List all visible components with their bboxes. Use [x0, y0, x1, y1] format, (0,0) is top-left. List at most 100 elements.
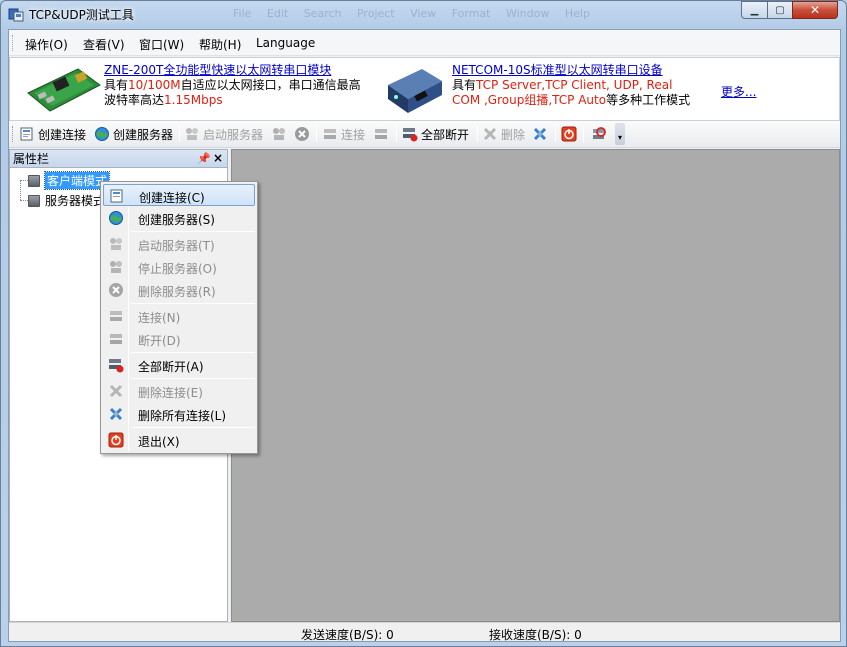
toolbar-grip[interactable]	[12, 126, 15, 142]
toolbar-overflow-button[interactable]: ▾	[615, 123, 625, 145]
delete-all-icon	[533, 127, 547, 141]
create-connection-label: 创建连接	[38, 127, 87, 142]
cm-create-server[interactable]: 创建服务器(S)	[103, 207, 255, 229]
exit-button[interactable]	[561, 125, 577, 143]
tree-node-label: 服务器模式	[45, 194, 106, 208]
ad2-line2-b: TCP Server,TCP Client, UDP, Real	[476, 78, 673, 92]
disconnect-all-button[interactable]: 全部断开	[402, 125, 469, 143]
minimize-icon: ▁	[750, 4, 759, 16]
delete-button[interactable]: 删除	[482, 125, 525, 143]
zne-module-image[interactable]	[24, 63, 104, 115]
delete-all-connections-button[interactable]	[532, 125, 548, 143]
cm-label: 创建连接(C)	[139, 191, 205, 205]
cm-label: 删除连接(E)	[138, 386, 203, 400]
start-server-icon	[186, 128, 198, 140]
toolbar-separator	[477, 126, 478, 142]
disconnect-button[interactable]	[373, 125, 389, 143]
disconnect-all-label: 全部断开	[421, 127, 470, 142]
ad1-line2-c: 自适应以太网接口，串口通信最高	[180, 78, 361, 92]
menu-view[interactable]: 查看(V)	[83, 36, 125, 53]
receive-speed-text: 接收速度(B/S): 0	[489, 628, 582, 642]
cm-label: 退出(X)	[138, 435, 180, 449]
status-bar: 发送速度(B/S): 0 接收速度(B/S): 0	[9, 622, 840, 642]
cm-disconnect[interactable]: 断开(D)	[103, 328, 255, 350]
cm-delete-connection[interactable]: 删除连接(E)	[103, 380, 255, 402]
title-bar[interactable]: TCP&UDP测试工具 File Edit Search Project Vie…	[1, 1, 846, 27]
ad1-text: ZNE-200T全功能型快速以太网转串口模块 具有10/100M自适应以太网接口…	[104, 63, 361, 108]
start-server-icon	[110, 238, 122, 250]
cm-separator	[131, 231, 255, 232]
delete-x-icon	[109, 384, 123, 398]
create-connection-button[interactable]: 创建连接	[19, 125, 86, 143]
connect-button[interactable]: 连接	[322, 125, 365, 143]
app-window: TCP&UDP测试工具 File Edit Search Project Vie…	[0, 0, 847, 647]
send-speed-text: 发送速度(B/S): 0	[301, 628, 394, 642]
context-menu: 创建连接(C) 创建服务器(S) 启动服务器(T) 停止服务器(O) 删除服务器…	[100, 181, 258, 454]
ad1-line2-a: 具有	[104, 78, 129, 92]
server-mode-icon	[28, 194, 40, 207]
ad-banner: ZNE-200T全功能型快速以太网转串口模块 具有10/100M自适应以太网接口…	[9, 57, 840, 121]
cm-label: 启动服务器(T)	[138, 239, 215, 253]
background-window-menu: File Edit Search Project View Format Win…	[233, 7, 590, 20]
cm-disconnect-all[interactable]: 全部断开(A)	[103, 354, 255, 376]
ad1-line3-b: 1.15Mbps	[164, 93, 223, 107]
chevron-down-icon: ▾	[617, 133, 622, 142]
maximize-button[interactable]: ▢	[767, 1, 793, 19]
netcom-device-image[interactable]	[382, 63, 446, 117]
disconnect-icon	[375, 129, 387, 139]
ad2-line2-a: 具有	[452, 78, 477, 92]
tree-connector	[20, 200, 28, 201]
toolbar-separator	[583, 126, 584, 142]
app-icon[interactable]	[8, 6, 24, 22]
menu-operate[interactable]: 操作(O)	[25, 36, 68, 53]
cm-create-connection[interactable]: 创建连接(C)	[103, 184, 255, 206]
properties-panel-header: 属性栏 📌 ×	[10, 150, 227, 168]
tree-node-server-mode[interactable]: 服务器模式	[28, 192, 105, 209]
delete-server-button[interactable]	[294, 125, 310, 143]
tree-connector	[20, 180, 21, 200]
cm-separator	[131, 427, 255, 428]
new-connection-icon	[110, 189, 123, 203]
toolbar: 创建连接 创建服务器 启动服务器 连接 全部断开 删除 ▾	[9, 121, 840, 148]
minimize-button[interactable]: ▁	[741, 1, 768, 19]
ad1-title-link[interactable]: ZNE-200T全功能型快速以太网转串口模块	[104, 63, 331, 77]
connect-label: 连接	[341, 127, 366, 142]
globe-server-icon	[95, 127, 109, 141]
client-mode-icon	[28, 174, 40, 187]
pin-icon[interactable]: 📌	[197, 150, 211, 168]
cm-label: 创建服务器(S)	[138, 213, 215, 227]
start-server-label: 启动服务器	[203, 127, 264, 142]
disconnect-icon	[110, 334, 122, 344]
menubar-grip[interactable]	[12, 35, 15, 51]
menu-language[interactable]: Language	[256, 36, 315, 50]
disconnect-all-icon	[109, 359, 124, 373]
toolbar-separator	[555, 126, 556, 142]
panel-close-icon[interactable]: ×	[213, 149, 223, 167]
cm-delete-all-connections[interactable]: 删除所有连接(L)	[103, 403, 255, 425]
menu-window[interactable]: 窗口(W)	[139, 36, 184, 53]
cm-stop-server[interactable]: 停止服务器(O)	[103, 256, 255, 278]
stop-server-button[interactable]	[271, 125, 287, 143]
cm-separator	[131, 303, 255, 304]
cm-connect[interactable]: 连接(N)	[103, 305, 255, 327]
ad2-title-link[interactable]: NETCOM-10S标准型以太网转串口设备	[452, 63, 663, 77]
cm-label: 全部断开(A)	[138, 360, 204, 374]
maximize-icon: ▢	[775, 4, 785, 16]
cm-start-server[interactable]: 启动服务器(T)	[103, 233, 255, 255]
create-server-button[interactable]: 创建服务器	[94, 125, 173, 143]
stop-server-icon	[273, 128, 285, 140]
menu-bar: 操作(O) 查看(V) 窗口(W) 帮助(H) Language	[9, 30, 840, 56]
cm-exit[interactable]: 退出(X)	[103, 429, 255, 451]
delete-all-icon	[109, 407, 123, 421]
start-server-button[interactable]: 启动服务器	[184, 125, 263, 143]
close-button[interactable]: ✕	[792, 1, 838, 19]
create-server-label: 创建服务器	[113, 127, 174, 142]
power-icon	[108, 432, 124, 448]
cm-delete-server[interactable]: 删除服务器(R)	[103, 279, 255, 301]
toolbar-separator	[316, 126, 317, 142]
about-button[interactable]	[591, 125, 607, 143]
menu-help[interactable]: 帮助(H)	[199, 36, 241, 53]
mdi-workspace[interactable]	[231, 149, 840, 622]
more-link[interactable]: 更多...	[721, 83, 756, 100]
tree-node-client-mode[interactable]: 客户端模式	[28, 171, 111, 190]
